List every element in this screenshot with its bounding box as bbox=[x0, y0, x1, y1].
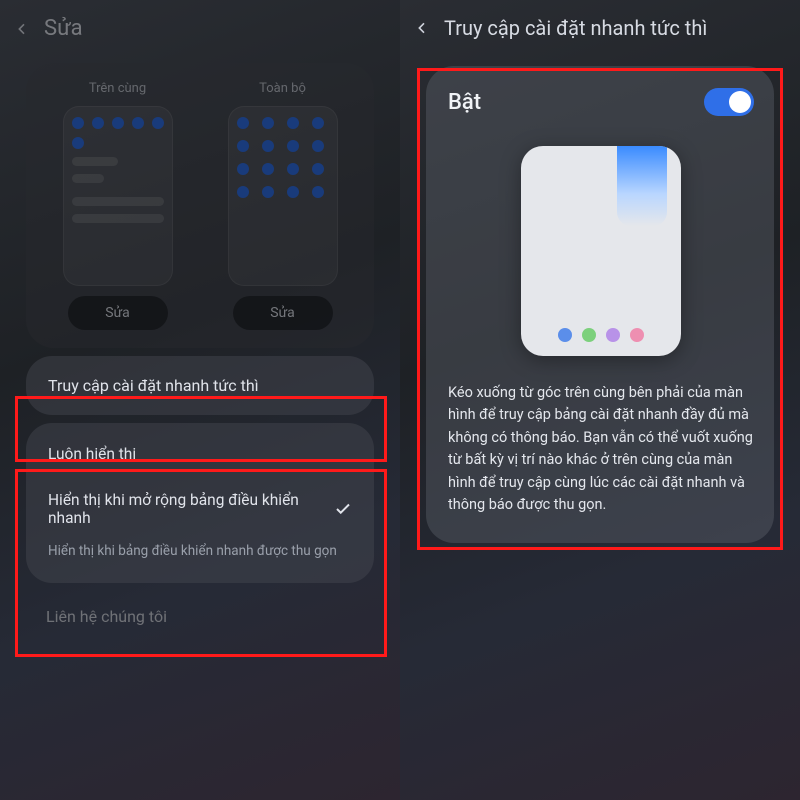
enable-toggle-row: Bật bbox=[448, 88, 754, 116]
description-text: Kéo xuống từ góc trên cùng bên phải của … bbox=[448, 382, 754, 517]
preview-full-label: Toàn bộ bbox=[259, 81, 306, 96]
preview-option-top[interactable]: Trên cùng Sửa bbox=[44, 81, 191, 330]
preview-full-edit-button[interactable]: Sửa bbox=[233, 296, 333, 330]
back-icon[interactable] bbox=[14, 21, 30, 37]
preview-top-label: Trên cùng bbox=[89, 81, 146, 96]
enable-card: Bật Kéo xuống từ góc trên cùng bên phải … bbox=[426, 66, 774, 543]
left-header: Sửa bbox=[0, 0, 400, 55]
right-page-title: Truy cập cài đặt nhanh tức thì bbox=[444, 16, 707, 40]
option-always-show[interactable]: Luôn hiển thị bbox=[26, 431, 374, 477]
back-icon[interactable] bbox=[414, 20, 430, 36]
option-show-expanded[interactable]: Hiển thị khi mở rộng bảng điều khiển nha… bbox=[26, 477, 374, 541]
preview-full-phone bbox=[228, 106, 338, 286]
option-always-show-label: Luôn hiển thị bbox=[48, 445, 136, 463]
display-options-card: Luôn hiển thị Hiển thị khi mở rộng bảng … bbox=[26, 423, 374, 583]
option-show-expanded-sub: Hiển thị khi bảng điều khiển nhanh được … bbox=[26, 541, 374, 575]
illustration bbox=[448, 146, 754, 356]
right-header: Truy cập cài đặt nhanh tức thì bbox=[400, 0, 800, 54]
right-screen: Truy cập cài đặt nhanh tức thì Bật Kéo x… bbox=[400, 0, 800, 800]
preview-top-phone bbox=[63, 106, 173, 286]
enable-toggle[interactable] bbox=[704, 88, 754, 116]
preview-card: Trên cùng Sửa Toàn bộ bbox=[26, 63, 374, 348]
contact-us-label: Liên hệ chúng tôi bbox=[46, 607, 167, 626]
left-page-title: Sửa bbox=[44, 16, 83, 41]
preview-option-full[interactable]: Toàn bộ Sửa bbox=[209, 81, 356, 330]
swipe-gradient-icon bbox=[617, 146, 667, 226]
quick-access-row[interactable]: Truy cập cài đặt nhanh tức thì bbox=[26, 356, 374, 415]
option-show-expanded-label: Hiển thị khi mở rộng bảng điều khiển nha… bbox=[48, 491, 324, 527]
quick-access-label: Truy cập cài đặt nhanh tức thì bbox=[48, 376, 259, 395]
left-dimmed-content: Sửa Trên cùng Sửa Toàn bộ bbox=[0, 0, 400, 348]
illustration-phone bbox=[521, 146, 681, 356]
preview-top-edit-button[interactable]: Sửa bbox=[68, 296, 168, 330]
enable-label: Bật bbox=[448, 90, 481, 115]
option-show-expanded-sub-label: Hiển thị khi bảng điều khiển nhanh được … bbox=[48, 543, 337, 559]
left-screen: Sửa Trên cùng Sửa Toàn bộ bbox=[0, 0, 400, 800]
contact-us-row[interactable]: Liên hệ chúng tôi bbox=[40, 593, 374, 640]
check-icon bbox=[334, 500, 352, 518]
